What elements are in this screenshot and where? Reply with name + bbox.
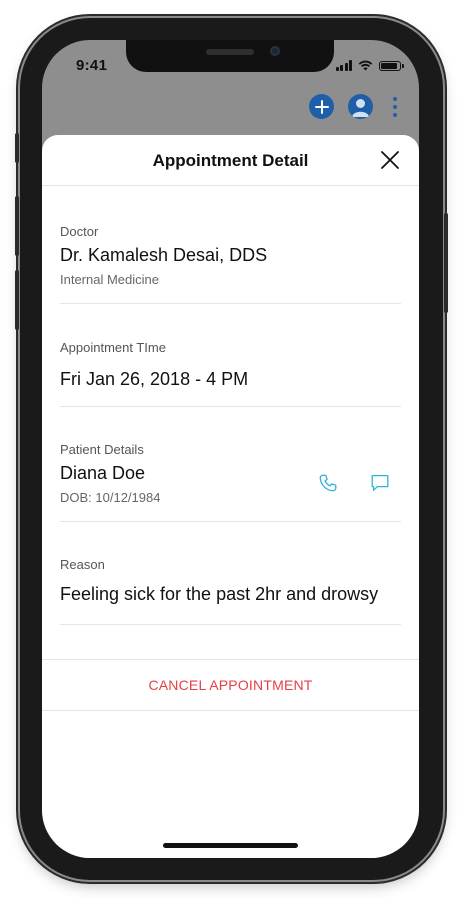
front-camera [270, 46, 280, 56]
add-button[interactable] [309, 94, 334, 119]
notch [126, 40, 334, 72]
kebab-menu-icon[interactable] [387, 96, 403, 117]
sheet-header: Appointment Detail [42, 135, 419, 186]
screen: 9:41 Appointment Detail Doctor Dr. Kamal… [42, 40, 419, 858]
home-indicator[interactable] [163, 843, 298, 848]
phone-icon[interactable] [317, 472, 339, 494]
plus-icon [314, 99, 329, 114]
user-avatar-button[interactable] [348, 94, 373, 119]
reason-value: Feeling sick for the past 2hr and drowsy [60, 584, 379, 604]
patient-contact-actions [317, 472, 391, 494]
status-time: 9:41 [76, 57, 108, 74]
sheet-title: Appointment Detail [152, 151, 309, 170]
doctor-label: Doctor [60, 224, 99, 239]
signal-icon [335, 60, 352, 71]
doctor-name: Dr. Kamalesh Desai, DDS [60, 245, 268, 265]
status-icons [335, 60, 404, 71]
doctor-section: Doctor Dr. Kamalesh Desai, DDS Internal … [60, 224, 401, 304]
cancel-appointment-button[interactable]: CANCEL APPOINTMENT [148, 677, 312, 693]
appointment-time-label: Appointment TIme [60, 340, 166, 355]
appointment-detail-sheet: Appointment Detail Doctor Dr. Kamalesh D… [42, 135, 419, 858]
battery-icon [379, 60, 404, 71]
doctor-specialty: Internal Medicine [60, 272, 159, 287]
appointment-time-value: Fri Jan 26, 2018 - 4 PM [60, 369, 249, 389]
wifi-icon [358, 60, 373, 71]
patient-label: Patient Details [60, 442, 144, 457]
reason-section: Reason Feeling sick for the past 2hr and… [60, 557, 401, 625]
cancel-row: CANCEL APPOINTMENT [42, 659, 419, 711]
reason-label: Reason [60, 557, 105, 572]
top-action-bar [309, 94, 403, 119]
message-icon[interactable] [369, 472, 391, 494]
speaker [206, 49, 254, 55]
patient-section: Patient Details Diana Doe DOB: 10/12/198… [60, 442, 401, 522]
close-icon[interactable] [379, 149, 401, 171]
user-avatar-icon [352, 99, 369, 117]
appointment-time-section: Appointment TIme Fri Jan 26, 2018 - 4 PM [60, 340, 401, 407]
